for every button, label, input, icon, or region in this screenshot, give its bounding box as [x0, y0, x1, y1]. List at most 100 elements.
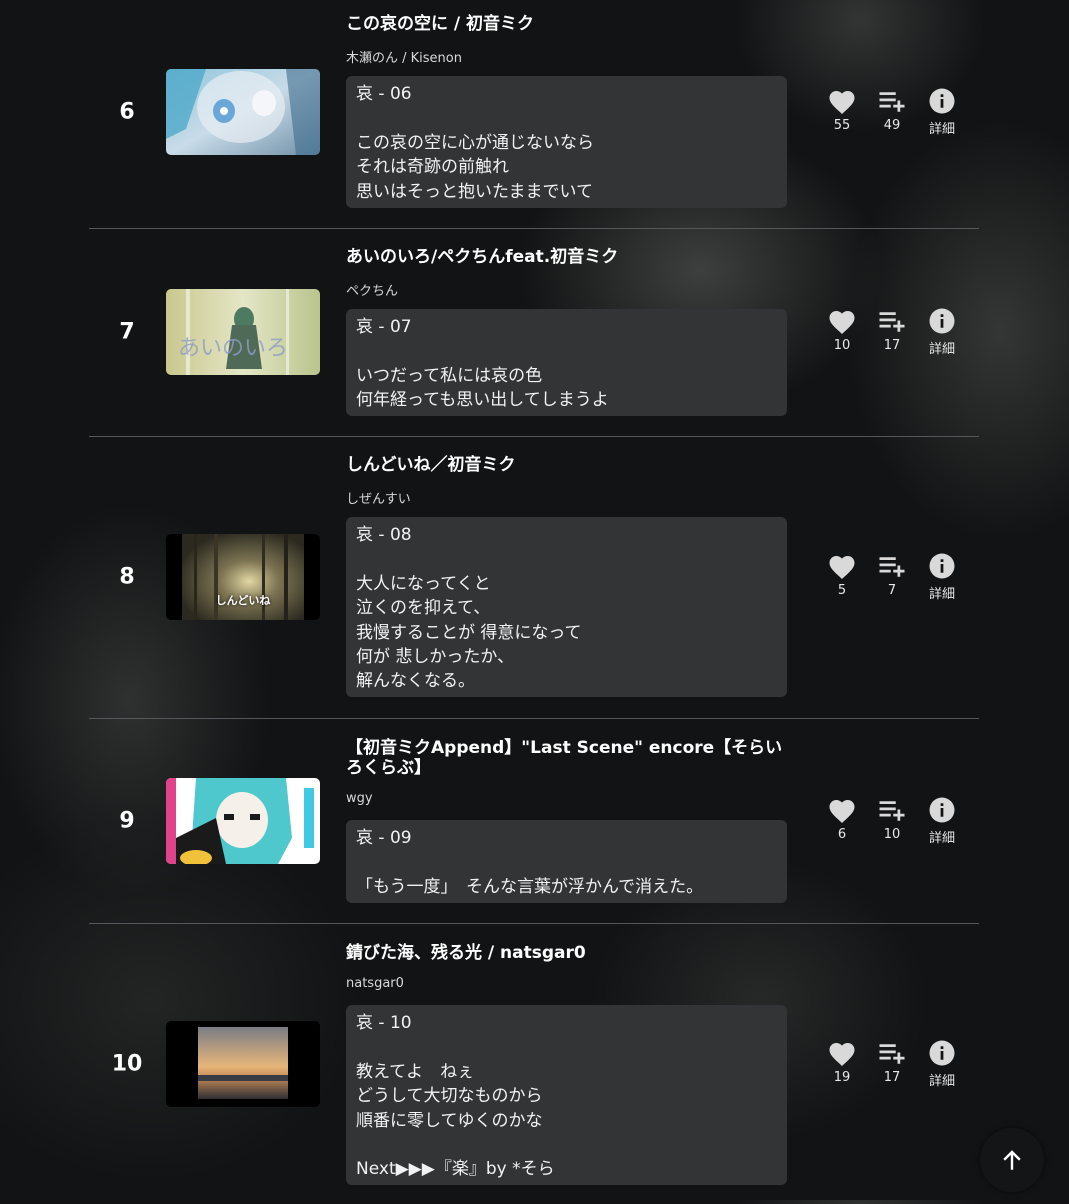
- playlist-add-icon: [879, 92, 905, 112]
- ranking-row: 9 【初音ミクAppend】"Last Scene" encore【そらいろくら…: [89, 719, 979, 924]
- video-thumbnail[interactable]: [166, 1021, 320, 1107]
- action-group: 19 17 詳細: [817, 1039, 967, 1089]
- song-title[interactable]: あいのいろ/ペクちんfeat.初音ミク: [346, 247, 786, 267]
- details-label: 詳細: [928, 1074, 955, 1089]
- like-button[interactable]: 19: [817, 1039, 867, 1089]
- rank-number: 9: [119, 808, 135, 834]
- comment-line: [356, 1133, 777, 1157]
- comment-line: 泣くのを抑えて、: [356, 598, 491, 619]
- add-to-playlist-button[interactable]: 17: [867, 1039, 917, 1089]
- info-icon: [929, 308, 955, 334]
- details-button[interactable]: 詳細: [917, 552, 967, 602]
- like-button[interactable]: 6: [817, 796, 867, 846]
- comment-box: 哀 - 08 大人になってくと 泣くのを抑えて、 我慢することが 得意になって …: [346, 517, 787, 697]
- artist-name[interactable]: ペクちん: [346, 280, 398, 299]
- rank-number: 6: [119, 99, 135, 125]
- like-count: 19: [833, 1070, 851, 1085]
- add-to-playlist-button[interactable]: 7: [867, 552, 917, 602]
- heart-icon: [829, 1043, 855, 1066]
- comment-line: Next▶︎▶︎▶︎『楽』by *そら: [356, 1159, 555, 1180]
- action-group: 10 17 詳細: [817, 307, 967, 357]
- playlist-count: 7: [887, 583, 897, 598]
- like-count: 10: [833, 338, 851, 353]
- info-icon: [929, 553, 955, 579]
- artist-name[interactable]: 木瀬のん / Kisenon: [346, 47, 462, 66]
- playlist-add-icon: [879, 312, 905, 332]
- video-thumbnail[interactable]: しんどいね: [166, 534, 320, 620]
- rank-number: 10: [111, 1051, 143, 1077]
- action-group: 55 49 詳細: [817, 87, 967, 137]
- comment-line: [356, 339, 777, 363]
- comment-line: 教えてよ ねぇ: [356, 1061, 475, 1082]
- heart-icon: [829, 91, 855, 114]
- details-button[interactable]: 詳細: [917, 796, 967, 846]
- comment-line: 哀 - 09: [356, 828, 412, 848]
- comment-line: 哀 - 08: [356, 525, 412, 545]
- details-button[interactable]: 詳細: [917, 1039, 967, 1089]
- details-label: 詳細: [928, 831, 955, 846]
- song-title[interactable]: 【初音ミクAppend】"Last Scene" encore【そらいろくらぶ】: [346, 738, 786, 778]
- playlist-count: 49: [883, 118, 901, 133]
- like-count: 5: [837, 583, 847, 598]
- artist-name[interactable]: natsgar0: [346, 976, 404, 991]
- info-icon: [929, 797, 955, 823]
- like-button[interactable]: 55: [817, 87, 867, 137]
- comment-line: 何年経っても思い出してしまうよ: [356, 390, 609, 411]
- comment-line: どうして大切なものから: [356, 1086, 543, 1107]
- rank-number: 8: [119, 564, 135, 590]
- arrow-up-icon: [1003, 1150, 1021, 1170]
- comment-box: 哀 - 10 教えてよ ねぇ どうして大切なものから 順番に零してゆくのかな N…: [346, 1005, 787, 1185]
- comment-line: 解んなくなる。: [356, 671, 475, 692]
- comment-line: それは奇跡の前触れ: [356, 157, 509, 178]
- comment-line: [356, 1035, 777, 1059]
- playlist-count: 10: [883, 827, 901, 842]
- rank-number: 7: [119, 319, 135, 345]
- song-title[interactable]: しんどいね／初音ミク: [346, 455, 786, 475]
- song-title[interactable]: 錆びた海、残る光 / natsgar0: [346, 943, 786, 963]
- comment-line: [356, 547, 777, 571]
- comment-line: 哀 - 10: [356, 1013, 412, 1033]
- video-thumbnail[interactable]: [166, 778, 320, 864]
- comment-line: [356, 850, 777, 874]
- playlist-add-icon: [879, 801, 905, 821]
- playlist-add-icon: [879, 1044, 905, 1064]
- add-to-playlist-button[interactable]: 10: [867, 796, 917, 846]
- comment-line: この哀の空に心が通じないなら: [356, 132, 594, 153]
- playlist-count: 17: [883, 338, 901, 353]
- comment-line: 何が 悲しかったか、: [356, 647, 515, 668]
- video-thumbnail[interactable]: [166, 69, 320, 155]
- like-button[interactable]: 5: [817, 552, 867, 602]
- ranking-row: 7 あいのいろ あいのいろ/ペクちんfeat.初音ミク ペクちん 哀 - 07 …: [89, 229, 979, 437]
- comment-box: 哀 - 09 「もう一度」 そんな言葉が浮かんで消えた。: [346, 820, 787, 903]
- heart-icon: [829, 556, 855, 579]
- comment-box: 哀 - 06 この哀の空に心が通じないなら それは奇跡の前触れ 思いはそっと抱い…: [346, 76, 787, 208]
- comment-line: 思いはそっと抱いたままでいて: [356, 181, 593, 202]
- add-to-playlist-button[interactable]: 49: [867, 87, 917, 137]
- video-thumbnail[interactable]: あいのいろ: [166, 289, 320, 375]
- action-group: 6 10 詳細: [817, 796, 967, 846]
- ranking-row: 10 錆びた海、残る光 / natsgar0 natsgar0 哀 - 10 教…: [89, 924, 979, 1204]
- like-count: 6: [837, 827, 847, 842]
- comment-box: 哀 - 07 いつだって私には哀の色 何年経っても思い出してしまうよ: [346, 309, 787, 416]
- like-count: 55: [833, 118, 851, 133]
- like-button[interactable]: 10: [817, 307, 867, 357]
- info-icon: [929, 88, 955, 114]
- artist-name[interactable]: wgy: [346, 791, 373, 806]
- comment-line: 哀 - 06: [356, 84, 412, 104]
- comment-line: 「もう一度」 そんな言葉が浮かんで消えた。: [356, 876, 704, 897]
- comment-line: 順番に零してゆくのかな: [356, 1110, 543, 1131]
- scroll-to-top-button[interactable]: [980, 1128, 1044, 1192]
- artist-name[interactable]: しぜんすい: [346, 488, 411, 507]
- details-button[interactable]: 詳細: [917, 87, 967, 137]
- comment-line: 哀 - 07: [356, 317, 412, 337]
- action-group: 5 7 詳細: [817, 552, 967, 602]
- info-icon: [929, 1040, 955, 1066]
- ranking-row: 6 この哀の空に / 初音ミク 木瀬のん / Kisenon 哀 - 06 この…: [89, 0, 979, 229]
- song-title[interactable]: この哀の空に / 初音ミク: [346, 14, 786, 34]
- details-button[interactable]: 詳細: [917, 307, 967, 357]
- svg-text:あいのいろ: あいのいろ: [178, 336, 288, 361]
- heart-icon: [829, 800, 855, 823]
- add-to-playlist-button[interactable]: 17: [867, 307, 917, 357]
- comment-line: 大人になってくと: [356, 573, 491, 594]
- details-label: 詳細: [928, 122, 955, 137]
